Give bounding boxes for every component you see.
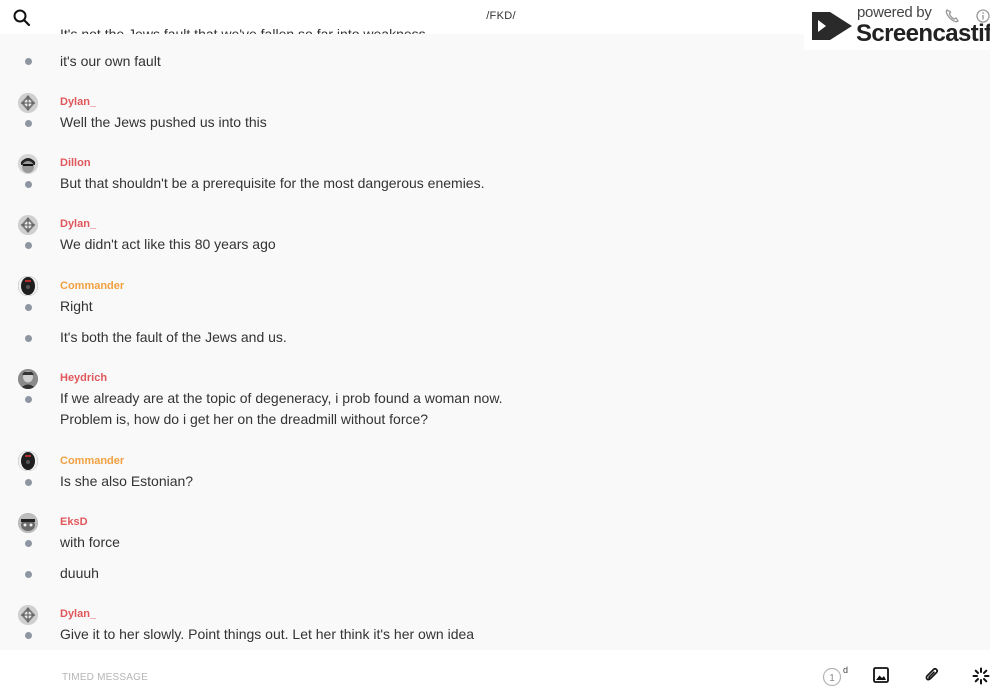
avatar[interactable]	[18, 154, 38, 174]
avatar[interactable]	[18, 93, 38, 113]
message-bullet	[25, 396, 32, 403]
message-bullet	[25, 632, 32, 639]
message-bullet	[25, 304, 32, 311]
avatar[interactable]	[18, 276, 38, 296]
cut-off-message-text: It's not the Jews fault that we've falle…	[60, 26, 426, 34]
message-list: it's our own fault Dylan_ Well the Jews …	[0, 0, 990, 650]
avatar[interactable]	[18, 215, 38, 235]
image-icon[interactable]	[873, 667, 889, 688]
message-text: But that shouldn't be a prerequisite for…	[60, 175, 485, 191]
loading-spinner-icon[interactable]	[972, 667, 990, 690]
avatar[interactable]	[18, 605, 38, 625]
message-author[interactable]: Commander	[60, 280, 124, 292]
avatar[interactable]	[18, 451, 38, 471]
message-author[interactable]: Dylan_	[60, 96, 96, 108]
screencastify-watermark: powered by Screencastify	[804, 0, 990, 50]
info-icon	[976, 9, 990, 28]
message-bullet	[25, 571, 32, 578]
message-author[interactable]: EksD	[60, 516, 88, 528]
message-text-continued: Problem is, how do i get her on the drea…	[60, 411, 429, 427]
message-bullet	[25, 335, 32, 342]
watermark-brand: Screencastify	[856, 20, 990, 47]
message-text: It's both the fault of the Jews and us.	[60, 329, 287, 345]
message-bullet	[25, 242, 32, 249]
watermark-powered-by: powered by	[857, 4, 932, 21]
timer-unit: d	[843, 666, 848, 675]
message-text: We didn't act like this 80 years ago	[60, 236, 276, 252]
message-text: If we already are at the topic of degene…	[60, 390, 503, 406]
message-composer: 1 d	[0, 650, 990, 700]
message-author[interactable]: Dylan_	[60, 608, 96, 620]
message-author[interactable]: Dylan_	[60, 218, 96, 230]
message-author[interactable]: Heydrich	[60, 372, 107, 384]
message-text: duuuh	[60, 565, 99, 581]
screencastify-logo-icon	[808, 8, 854, 49]
message-text: Give it to her slowly. Point things out.…	[60, 626, 475, 642]
message-text: Well the Jews pushed us into this	[60, 114, 267, 130]
message-bullet	[25, 58, 32, 65]
message-bullet	[25, 540, 32, 547]
self-destruct-timer-button[interactable]: 1 d	[822, 665, 848, 687]
message-author[interactable]: Commander	[60, 455, 124, 467]
avatar[interactable]	[18, 369, 38, 389]
message-text: it's our own fault	[60, 53, 161, 69]
message-text: Is she also Estonian?	[60, 473, 194, 489]
paperclip-icon[interactable]	[923, 666, 941, 689]
message-text: with force	[60, 534, 120, 550]
message-bullet	[25, 479, 32, 486]
timed-message-input[interactable]	[60, 668, 664, 686]
timer-value: 1	[829, 673, 835, 684]
message-bullet	[25, 120, 32, 127]
message-author[interactable]: Dillon	[60, 157, 91, 169]
phone-icon	[944, 8, 960, 29]
message-bullet	[25, 181, 32, 188]
avatar[interactable]	[18, 513, 38, 533]
message-text: Right	[60, 298, 93, 314]
